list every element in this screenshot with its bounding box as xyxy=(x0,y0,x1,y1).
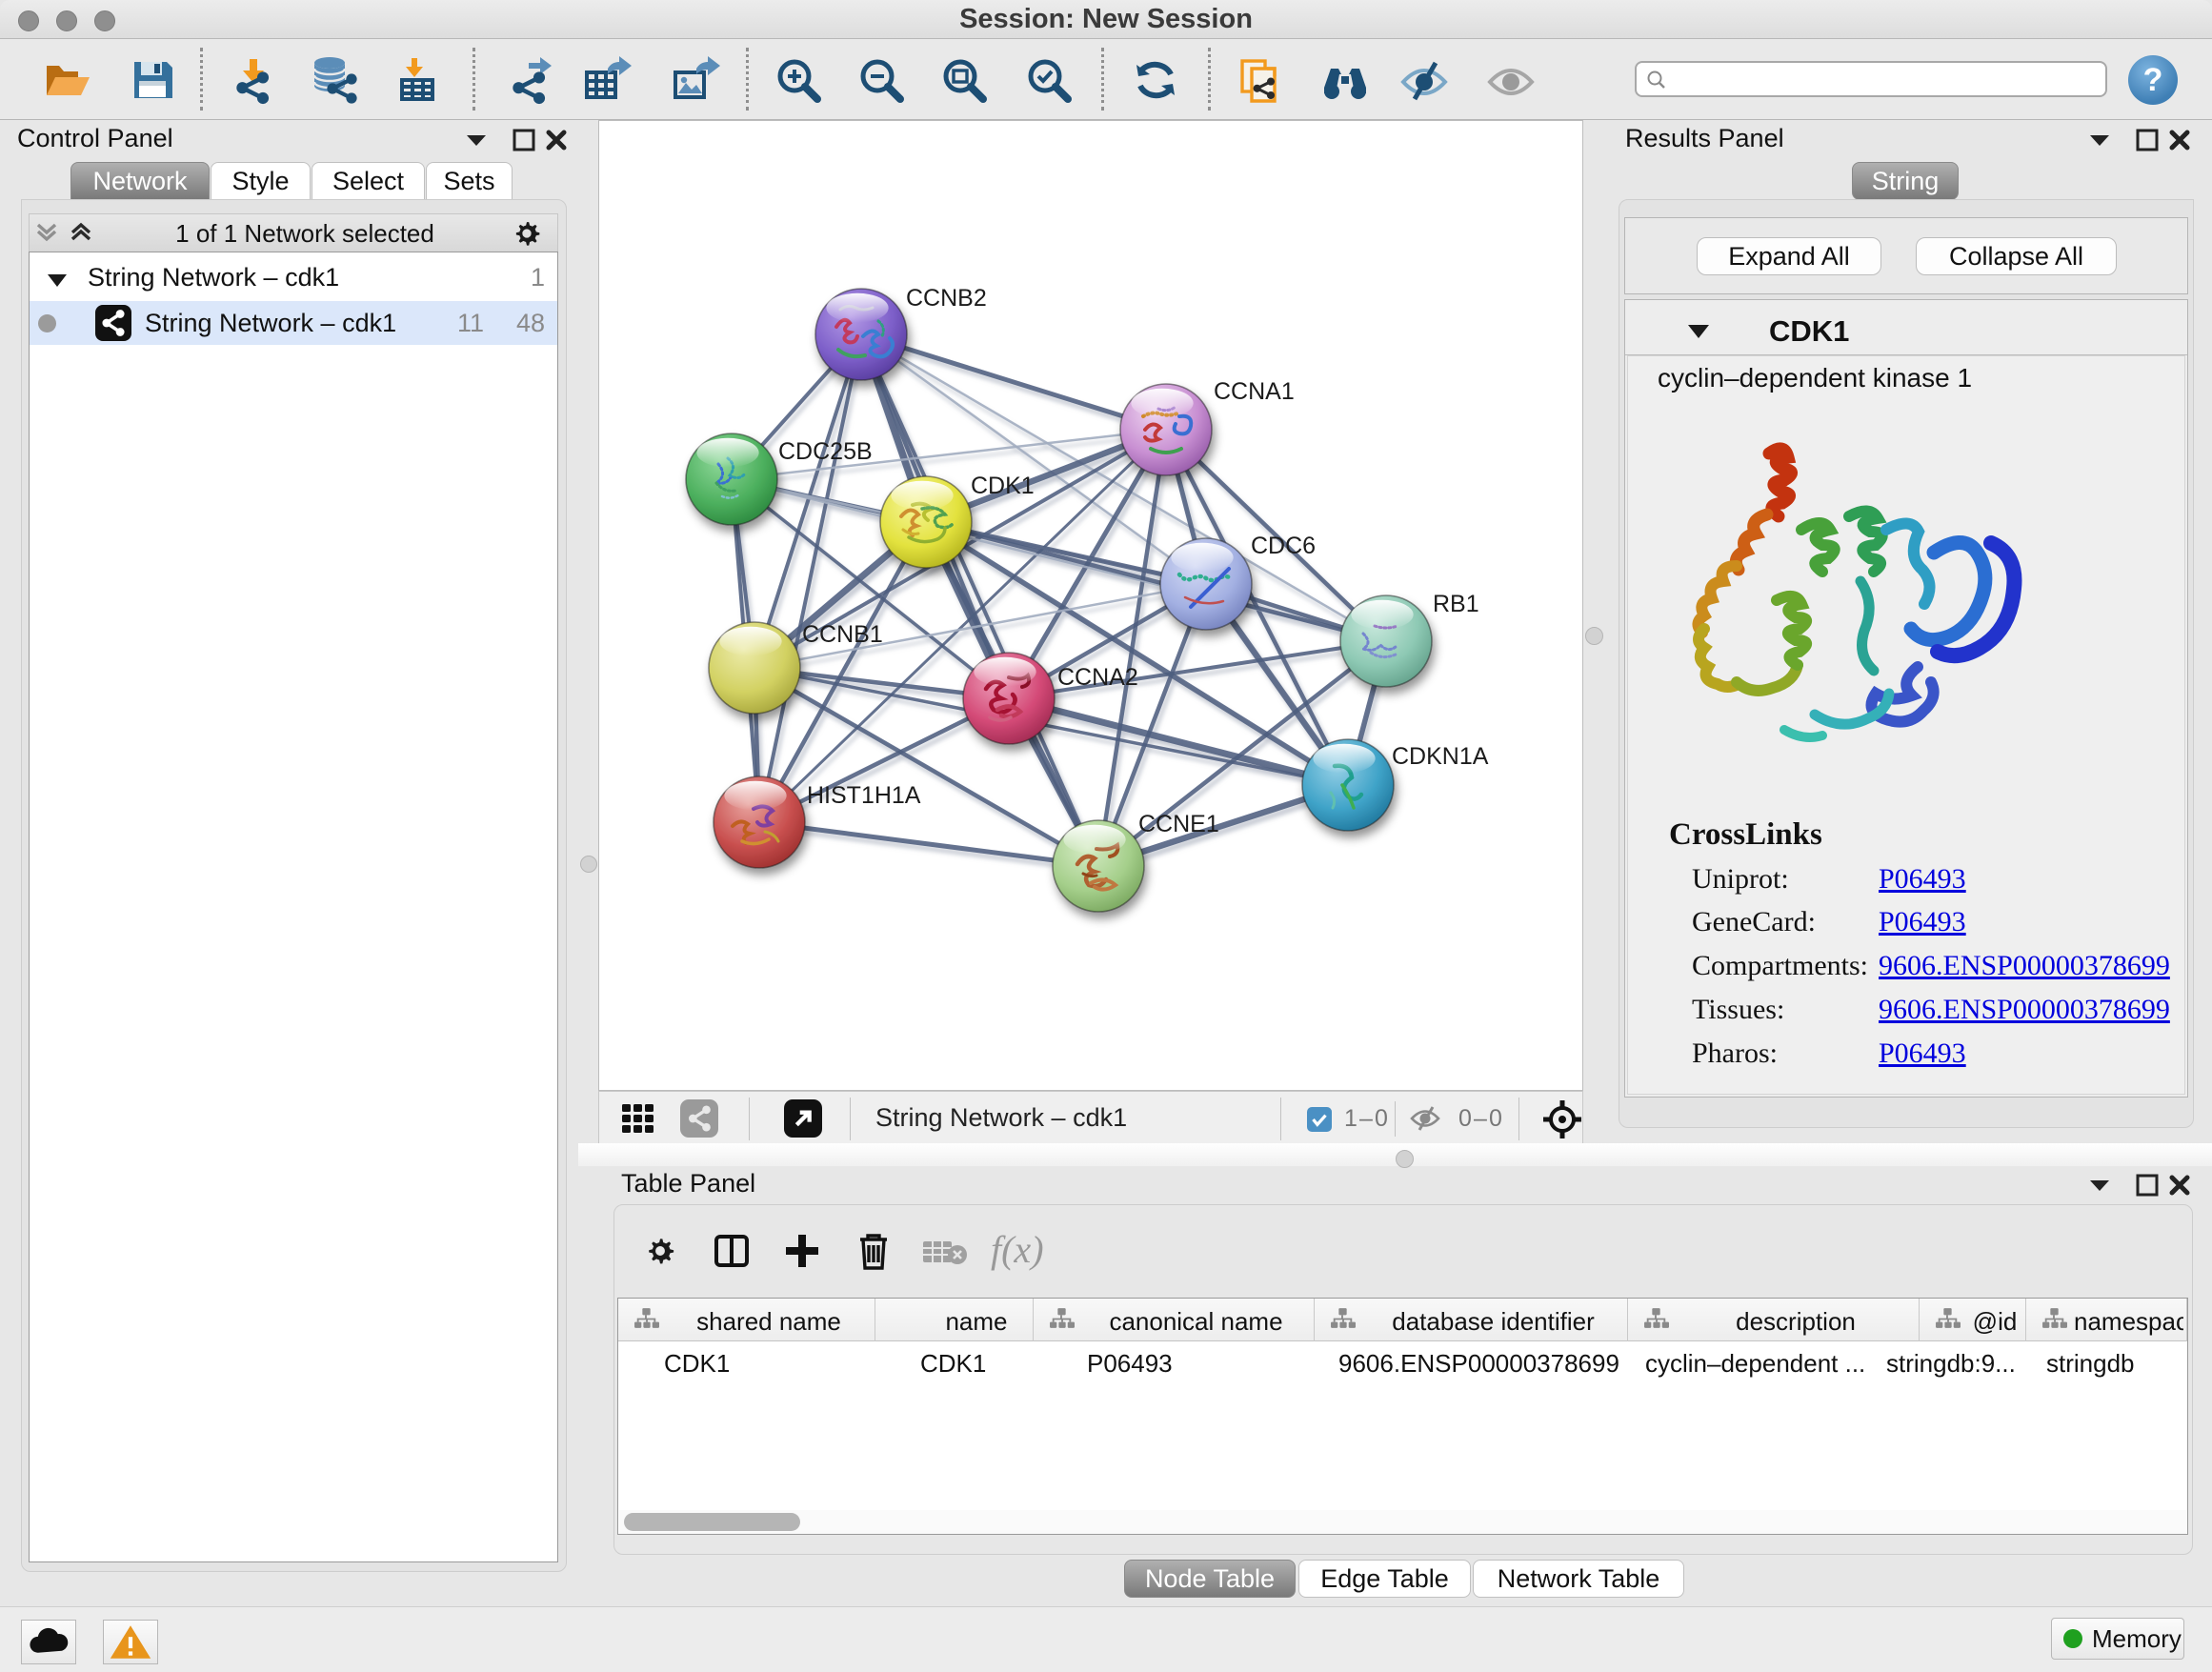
svg-text:RB1: RB1 xyxy=(1433,591,1479,617)
svg-text:HIST1H1A: HIST1H1A xyxy=(807,782,921,809)
svg-text:CCNA1: CCNA1 xyxy=(1214,378,1295,405)
svg-text:CDC25B: CDC25B xyxy=(778,438,873,465)
svg-text:CDKN1A: CDKN1A xyxy=(1392,743,1489,770)
svg-text:CCNB1: CCNB1 xyxy=(802,621,883,648)
svg-text:CCNE1: CCNE1 xyxy=(1138,811,1219,837)
svg-text:CDK1: CDK1 xyxy=(971,473,1035,499)
svg-text:CCNA2: CCNA2 xyxy=(1057,664,1138,691)
svg-text:CCNB2: CCNB2 xyxy=(906,285,987,312)
svg-text:CDC6: CDC6 xyxy=(1251,533,1316,559)
